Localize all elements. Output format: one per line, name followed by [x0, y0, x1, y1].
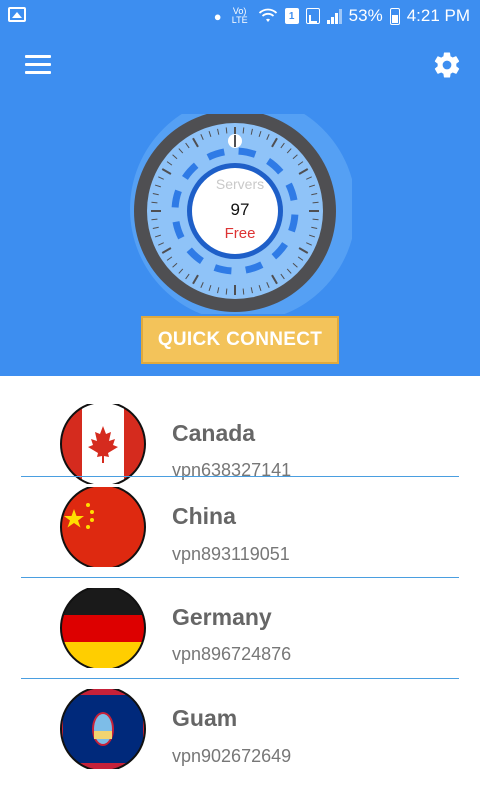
china-flag-icon: [58, 487, 148, 567]
country-name: Germany: [172, 604, 272, 630]
server-id: vpn896724876: [172, 644, 292, 664]
server-item-guam[interactable]: Guam vpn902672649: [0, 679, 480, 780]
status-bar: ● Vo) LTE 1 53% 4:21 PM: [0, 0, 480, 32]
country-name: China: [172, 503, 236, 529]
wifi-icon: [258, 8, 277, 22]
country-name: Guam: [172, 705, 238, 731]
sim-icon: 1: [284, 8, 299, 24]
server-id: vpn902672649: [172, 746, 292, 766]
server-item-canada[interactable]: Canada vpn638327141: [0, 376, 480, 484]
country-name: Canada: [172, 420, 256, 446]
servers-dial: Servers 97 Free: [128, 96, 356, 322]
quick-connect-button[interactable]: QUICK CONNECT: [141, 316, 339, 364]
server-list: Canada vpn638327141 China vpn893119051 G…: [0, 376, 480, 800]
free-label: Free: [224, 225, 256, 242]
gallery-notification-icon: [8, 7, 26, 22]
battery-icon: [389, 7, 400, 25]
server-id: vpn893119051: [172, 544, 290, 564]
guam-flag-icon: [58, 689, 148, 769]
servers-label: Servers: [215, 176, 265, 192]
battery-percent: 53%: [348, 6, 383, 25]
signal-box-icon: [305, 8, 320, 24]
clock: 4:21 PM: [406, 6, 470, 25]
servers-count: 97: [230, 200, 250, 219]
android-notification-icon: ●: [213, 8, 222, 24]
server-item-germany[interactable]: Germany vpn896724876: [0, 578, 480, 679]
germany-flag-icon: [58, 588, 148, 668]
canada-flag-icon: [58, 404, 148, 484]
volte-icon: Vo) LTE: [231, 6, 248, 25]
cell-signal-icon: [326, 8, 342, 24]
server-item-china[interactable]: China vpn893119051: [0, 477, 480, 578]
gear-icon[interactable]: [432, 50, 462, 80]
menu-icon[interactable]: [25, 55, 51, 75]
status-icons: ● Vo) LTE 1 53% 4:21 PM: [214, 5, 470, 27]
